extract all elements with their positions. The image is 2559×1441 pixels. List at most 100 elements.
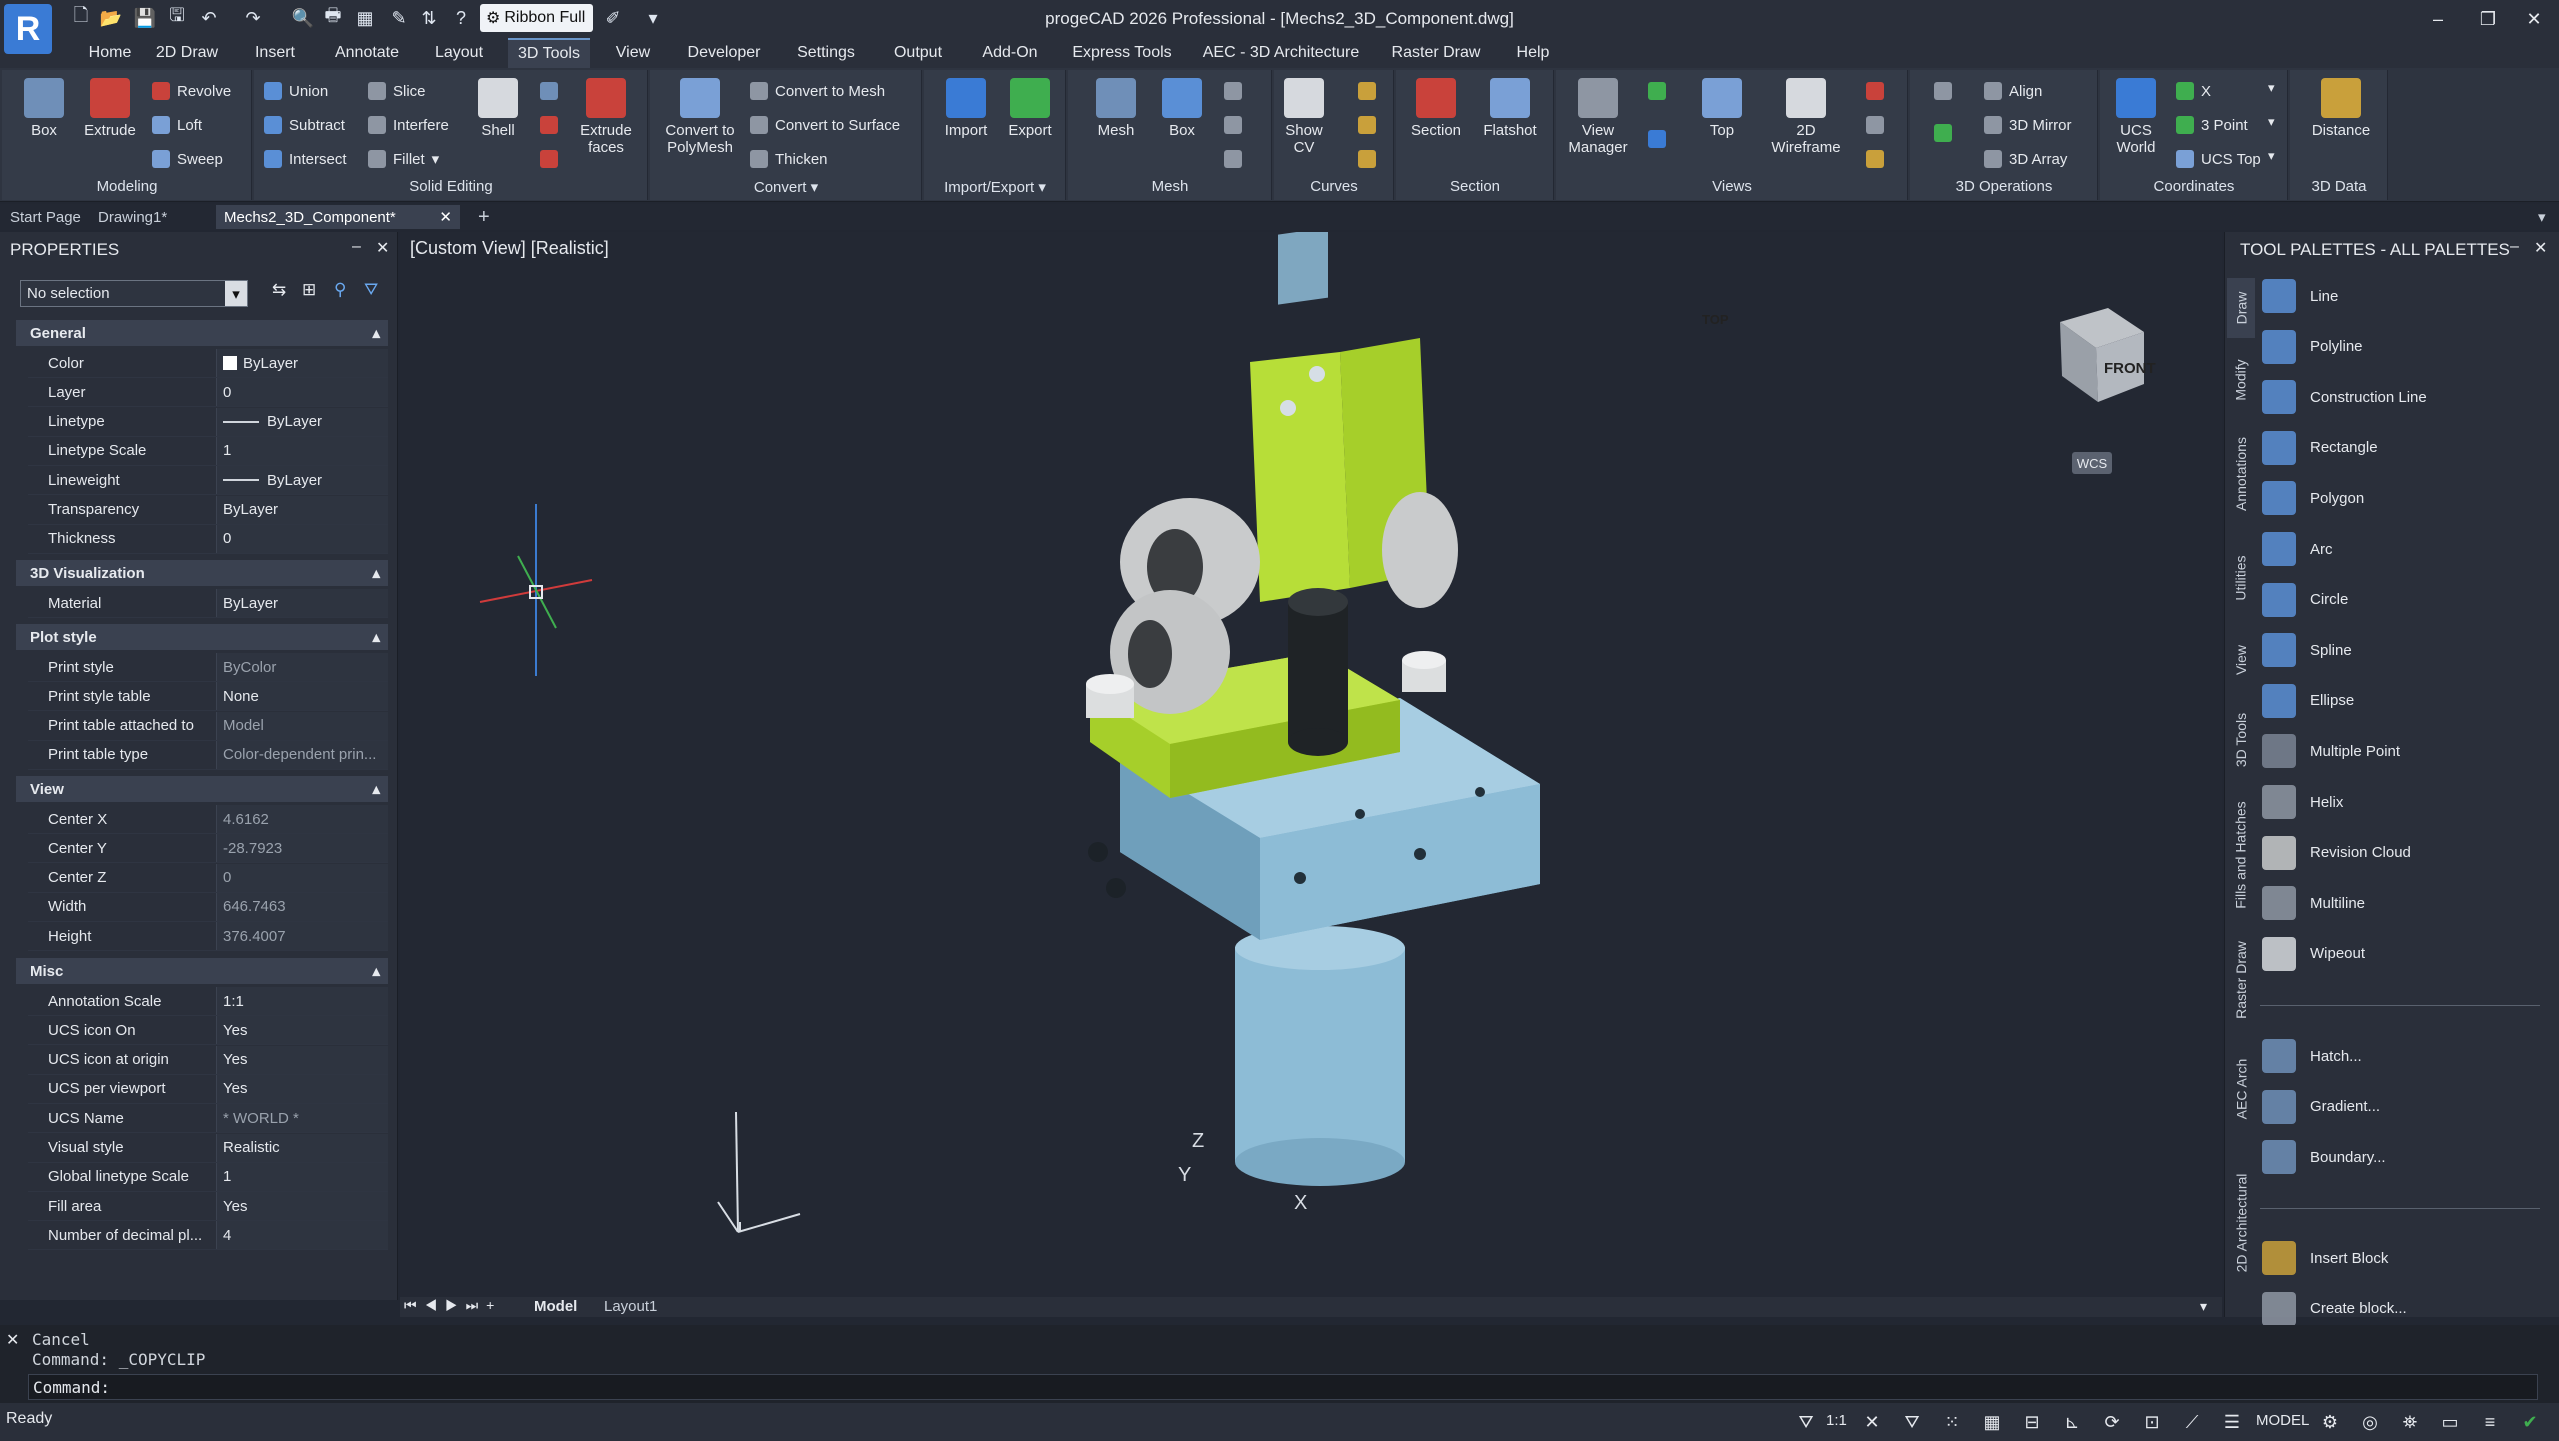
export-button[interactable]: Export: [998, 78, 1062, 139]
edit-icon-2[interactable]: [540, 112, 558, 138]
ucs-3point-button[interactable]: 3 Point: [2176, 112, 2248, 138]
wcs-button[interactable]: WCS: [2072, 452, 2112, 474]
polar-tracking-icon[interactable]: ⟳: [2098, 1409, 2126, 1435]
palette-tool-line[interactable]: Line: [2262, 274, 2552, 318]
property-row[interactable]: Width 646.7463: [28, 892, 388, 922]
shell-button[interactable]: Shell: [466, 78, 530, 139]
ucs-x-button[interactable]: X: [2176, 78, 2211, 104]
section-header-misc[interactable]: Misc ▴: [16, 958, 388, 984]
material-button[interactable]: [1866, 146, 1884, 172]
property-value[interactable]: 1: [216, 1162, 388, 1191]
palette-tab-3d-tools[interactable]: 3D Tools: [2227, 694, 2255, 786]
dynamic-ucs-icon[interactable]: ⊟: [2018, 1409, 2046, 1435]
property-value[interactable]: ByLayer: [216, 589, 388, 617]
ucs-top-dropdown-icon[interactable]: ▾: [2268, 148, 2275, 164]
panel-label-convert[interactable]: Convert ▾: [650, 178, 922, 200]
property-row[interactable]: Center X 4.6162: [28, 805, 388, 834]
view-manager-button[interactable]: View Manager: [1562, 78, 1634, 156]
print-preview-icon[interactable]: 🔍: [290, 6, 316, 30]
property-row[interactable]: UCS icon at origin Yes: [28, 1045, 388, 1075]
property-value[interactable]: ByLayer: [216, 407, 388, 436]
tab-home[interactable]: Home: [80, 38, 140, 68]
camera-button[interactable]: [1648, 126, 1666, 152]
render-button[interactable]: [1866, 78, 1884, 104]
property-value[interactable]: 1: [216, 436, 388, 465]
visual-style-button[interactable]: 2D Wireframe: [1760, 78, 1852, 156]
ortho-icon[interactable]: ⊾: [2058, 1409, 2086, 1435]
convert-to-mesh-button[interactable]: Convert to Mesh: [750, 78, 885, 104]
section-header-vis[interactable]: 3D Visualization ▴: [16, 560, 388, 586]
palette-tab-draw[interactable]: Draw: [2227, 278, 2255, 338]
property-row[interactable]: Print style table None: [28, 682, 388, 712]
property-row[interactable]: Lineweight ByLayer: [28, 466, 388, 496]
property-row[interactable]: Layer 0: [28, 378, 388, 408]
palette-tool-boundary[interactable]: Boundary...: [2262, 1135, 2552, 1179]
open-icon[interactable]: 📂: [98, 6, 124, 30]
tab-raster-draw[interactable]: Raster Draw: [1384, 38, 1488, 68]
property-row[interactable]: Transparency ByLayer: [28, 495, 388, 525]
property-row[interactable]: Center Z 0: [28, 863, 388, 893]
palette-tool-construction-line[interactable]: Construction Line: [2262, 375, 2552, 419]
loft-button[interactable]: Loft: [152, 112, 202, 138]
palette-tool-polygon[interactable]: Polygon: [2262, 476, 2552, 520]
palette-tool-arc[interactable]: Arc: [2262, 527, 2552, 571]
3d-mirror-button[interactable]: 3D Mirror: [1984, 112, 2072, 138]
palette-tool-wipeout[interactable]: Wipeout: [2262, 932, 2552, 976]
tab-layout[interactable]: Layout: [426, 38, 492, 68]
align-button[interactable]: Align: [1984, 78, 2042, 104]
ucs-world-button[interactable]: UCS World: [2104, 78, 2168, 156]
show-cv-button[interactable]: Show CV: [1272, 78, 1336, 156]
property-value[interactable]: ByLayer: [216, 495, 388, 524]
property-row[interactable]: Center Y -28.7923: [28, 834, 388, 864]
curve-tool-2[interactable]: [1358, 112, 1376, 138]
union-button[interactable]: Union: [264, 78, 328, 104]
auto-scale-icon[interactable]: ⛛: [1898, 1409, 1926, 1435]
move3d-button[interactable]: [1934, 120, 1952, 146]
print-icon[interactable]: 🖶: [320, 5, 346, 30]
select-objects-icon[interactable]: ⊞: [302, 280, 316, 300]
property-value[interactable]: * WORLD *: [216, 1104, 388, 1133]
property-value[interactable]: Yes: [216, 1192, 388, 1221]
convert-to-polymesh-button[interactable]: Convert to PolyMesh: [662, 78, 738, 156]
property-value[interactable]: Yes: [216, 1074, 388, 1103]
collapse-icon[interactable]: ▴: [372, 628, 380, 646]
palette-tab-modify[interactable]: Modify: [2227, 340, 2255, 420]
palette-tool-ellipse[interactable]: Ellipse: [2262, 679, 2552, 723]
property-value[interactable]: 4: [216, 1221, 388, 1250]
palette-tool-gradient[interactable]: Gradient...: [2262, 1085, 2552, 1129]
palette-tool-revision-cloud[interactable]: Revision Cloud: [2262, 831, 2552, 875]
property-value[interactable]: Yes: [216, 1045, 388, 1074]
palette-tool-polyline[interactable]: Polyline: [2262, 325, 2552, 369]
tab-layout1[interactable]: Layout1: [604, 1298, 657, 1315]
tab-aec-3d-architecture[interactable]: AEC - 3D Architecture: [1196, 38, 1366, 68]
save-icon[interactable]: 💾: [132, 6, 158, 30]
viewcube-front-label[interactable]: FRONT: [2104, 360, 2156, 377]
property-row[interactable]: Print style ByColor: [28, 653, 388, 682]
box-button[interactable]: Box: [12, 78, 76, 139]
edit-icon-3[interactable]: [540, 146, 558, 172]
sweep-button[interactable]: Sweep: [152, 146, 223, 172]
property-value[interactable]: 376.4007: [216, 922, 388, 951]
convert-to-surface-button[interactable]: Convert to Surface: [750, 112, 900, 138]
feather-icon[interactable]: ✐: [600, 6, 626, 30]
close-button[interactable]: ✕: [2509, 0, 2559, 38]
new-tab-plus-icon[interactable]: +: [470, 205, 498, 229]
intersect-button[interactable]: Intersect: [264, 146, 347, 172]
property-value[interactable]: None: [216, 682, 388, 711]
palette-tab-2d-architectural[interactable]: 2D Architectural: [2227, 1142, 2255, 1304]
property-row[interactable]: Number of decimal pl... 4: [28, 1221, 388, 1251]
palette-tool-multiline[interactable]: Multiline: [2262, 881, 2552, 925]
property-row[interactable]: UCS per viewport Yes: [28, 1074, 388, 1104]
filter-icon[interactable]: ⛛: [364, 280, 378, 300]
import-button[interactable]: Import: [934, 78, 998, 139]
subtract-button[interactable]: Subtract: [264, 112, 345, 138]
interfere-button[interactable]: Interfere: [368, 112, 449, 138]
redo-icon[interactable]: ↷: [240, 6, 266, 30]
qa-dropdown-icon[interactable]: ▾: [640, 6, 666, 30]
collapse-icon[interactable]: ▴: [372, 324, 380, 342]
property-value[interactable]: 0: [216, 863, 388, 892]
tab-close-icon[interactable]: ✕: [439, 208, 452, 226]
property-row[interactable]: Annotation Scale 1:1: [28, 987, 388, 1016]
flatshot-button[interactable]: Flatshot: [1474, 78, 1546, 139]
tab-mechs2-3d-component[interactable]: Mechs2_3D_Component* ✕: [216, 205, 460, 229]
